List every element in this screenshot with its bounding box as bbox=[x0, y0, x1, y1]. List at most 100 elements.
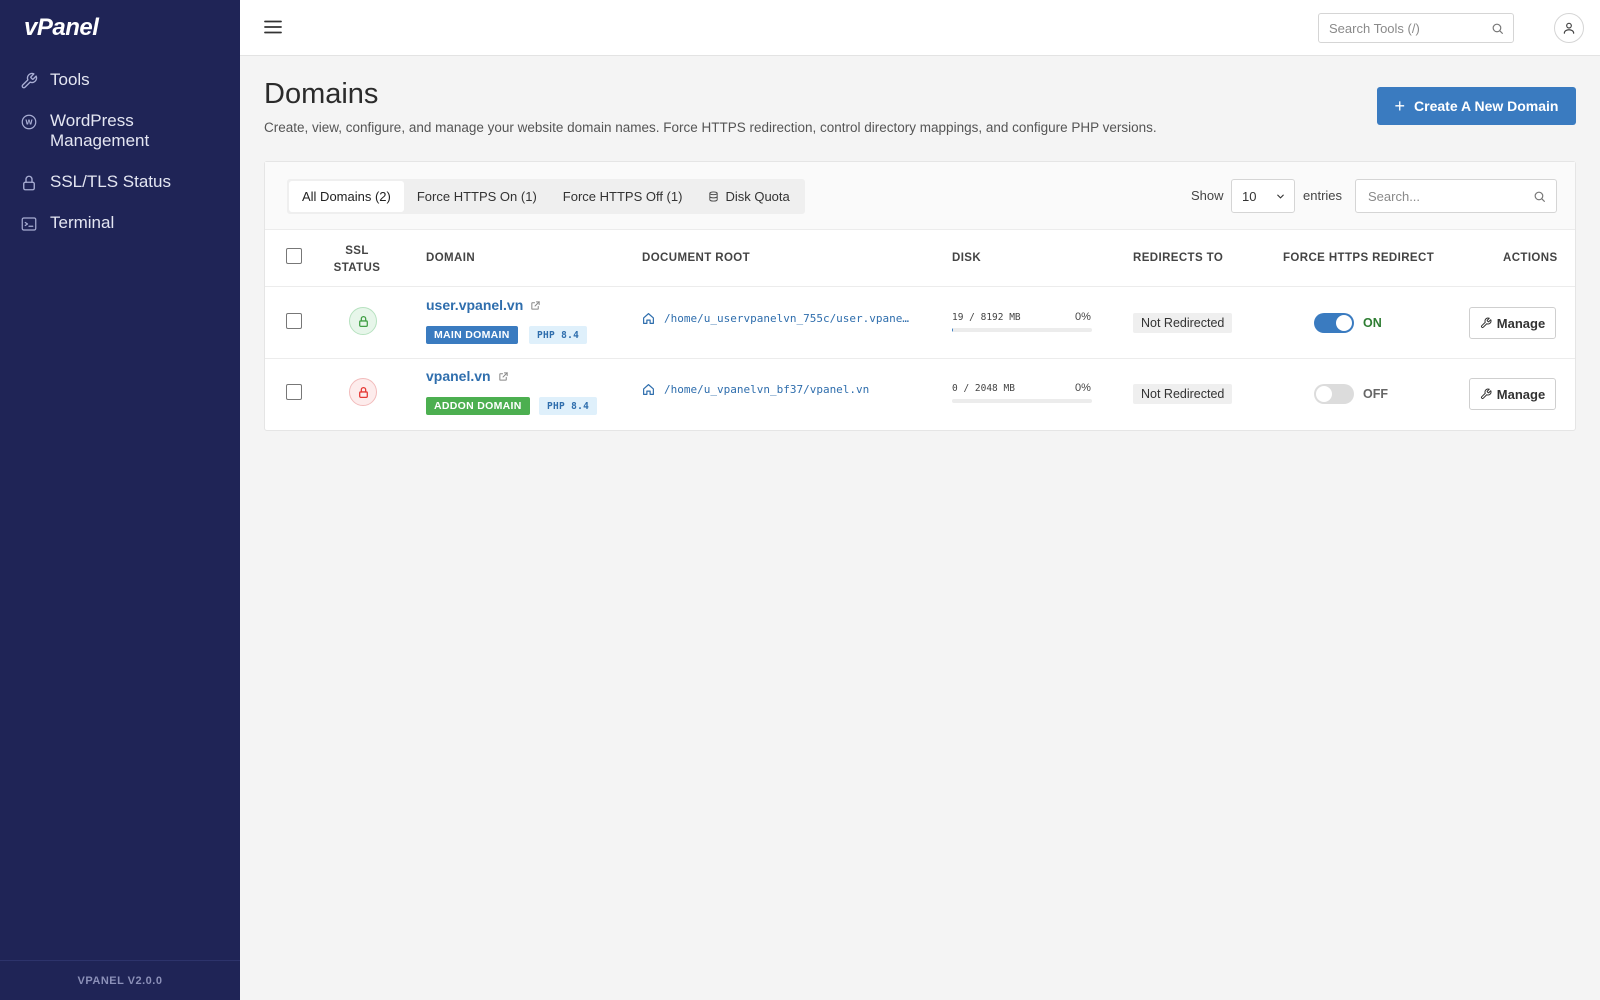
home-icon bbox=[643, 313, 654, 324]
lock-icon bbox=[23, 175, 35, 191]
tab-disk-quota[interactable]: Disk Quota bbox=[695, 181, 802, 212]
external-link-icon[interactable] bbox=[530, 300, 541, 311]
disk-usage-text: 19 / 8192 MB bbox=[952, 312, 1021, 323]
lock-icon bbox=[358, 386, 368, 398]
sidebar-item-label: Terminal bbox=[50, 213, 115, 232]
toggle-knob bbox=[1316, 386, 1332, 402]
domain-name: vpanel.vn bbox=[426, 368, 491, 384]
domain-type-badge: ADDON DOMAIN bbox=[426, 397, 530, 415]
database-icon bbox=[709, 191, 719, 202]
search-icon bbox=[1534, 191, 1545, 202]
disk-usage-percent: 0% bbox=[1075, 311, 1091, 323]
show-label: Show bbox=[1191, 188, 1224, 203]
create-domain-label: Create A New Domain bbox=[1414, 98, 1559, 114]
page-description: Create, view, configure, and manage your… bbox=[264, 120, 1157, 135]
force-https-state: ON bbox=[1363, 316, 1382, 330]
row-divider bbox=[265, 358, 1575, 359]
column-header-domain[interactable]: DOMAIN bbox=[426, 252, 475, 264]
vpanel-logo[interactable]: vPanel bbox=[24, 14, 99, 42]
sidebar-item-wordpress[interactable]: W WordPress Management bbox=[0, 111, 240, 151]
sidebar-item-label: SSL/TLS Status bbox=[50, 172, 171, 191]
entries-value: 10 bbox=[1242, 188, 1257, 204]
topbar bbox=[240, 0, 1600, 56]
create-domain-button[interactable]: + Create A New Domain bbox=[1377, 87, 1576, 125]
manage-label: Manage bbox=[1496, 386, 1546, 402]
disk-usage-bar bbox=[952, 399, 1092, 403]
home-icon bbox=[643, 384, 654, 395]
tab-label: Force HTTPS On (1) bbox=[416, 189, 537, 204]
version-label: VPANEL V2.0.0 bbox=[0, 960, 240, 1000]
wordpress-icon: W bbox=[21, 114, 37, 130]
tab-force-https-on[interactable]: Force HTTPS On (1) bbox=[404, 181, 550, 212]
select-all-checkbox[interactable] bbox=[286, 248, 302, 264]
table-toolbar: All Domains (2) Force HTTPS On (1) Force… bbox=[265, 162, 1575, 230]
tab-label: All Domains (2) bbox=[302, 189, 391, 204]
php-version-badge[interactable]: PHP 8.4 bbox=[539, 397, 598, 415]
redirect-status: Not Redirected bbox=[1133, 384, 1233, 404]
entries-select[interactable]: 10 bbox=[1231, 179, 1295, 213]
row-checkbox[interactable] bbox=[286, 384, 302, 400]
disk-usage-percent: 0% bbox=[1075, 382, 1091, 394]
disk-usage-bar bbox=[952, 328, 1092, 332]
force-https-toggle[interactable] bbox=[1314, 313, 1354, 333]
document-root-link[interactable]: /home/u_uservpanelvn_755c/user.vpanel.vn bbox=[642, 312, 910, 325]
column-header-document-root[interactable]: DOCUMENT ROOT bbox=[642, 252, 750, 264]
tab-force-https-off[interactable]: Force HTTPS Off (1) bbox=[550, 181, 696, 212]
sidebar-item-tools[interactable]: Tools bbox=[0, 70, 240, 90]
disk-usage-text: 0 / 2048 MB bbox=[952, 383, 1015, 394]
document-root-path: /home/u_vpanelvn_bf37/vpanel.vn bbox=[664, 383, 870, 396]
ssl-status-secure bbox=[349, 307, 377, 335]
ssl-header-line: SSL bbox=[345, 245, 369, 257]
wrench-icon bbox=[21, 72, 38, 89]
row-divider bbox=[265, 286, 1575, 287]
external-link-icon[interactable] bbox=[498, 371, 509, 382]
sidebar-item-terminal[interactable]: Terminal bbox=[0, 213, 240, 233]
filter-tabs: All Domains (2) Force HTTPS On (1) Force… bbox=[287, 179, 805, 214]
user-menu-button[interactable] bbox=[1554, 13, 1584, 43]
column-header-disk[interactable]: DISK bbox=[952, 252, 981, 264]
lock-icon bbox=[358, 315, 368, 327]
domain-name: user.vpanel.vn bbox=[426, 297, 524, 313]
sidebar-item-ssl[interactable]: SSL/TLS Status bbox=[0, 172, 240, 192]
tab-label: Disk Quota bbox=[725, 189, 790, 204]
wrench-icon bbox=[1480, 388, 1492, 400]
row-checkbox[interactable] bbox=[286, 313, 302, 329]
tab-all-domains[interactable]: All Domains (2) bbox=[289, 181, 404, 212]
sidebar-item-label: WordPress Management bbox=[50, 111, 150, 150]
search-icon bbox=[1492, 23, 1503, 34]
chevron-down-icon bbox=[1277, 194, 1284, 199]
force-https-state: OFF bbox=[1363, 387, 1388, 401]
table-search-box[interactable] bbox=[1355, 179, 1557, 213]
page-title: Domains bbox=[264, 78, 379, 110]
svg-text:W: W bbox=[25, 119, 33, 127]
terminal-icon bbox=[21, 217, 37, 231]
tool-search-box[interactable] bbox=[1318, 13, 1514, 43]
entries-label: entries bbox=[1303, 188, 1343, 203]
tab-label: Force HTTPS Off (1) bbox=[562, 189, 683, 204]
document-root-path: /home/u_uservpanelvn_755c/user.vpanel.vn bbox=[664, 312, 910, 325]
table-search-input[interactable] bbox=[1368, 188, 1518, 204]
php-version-badge[interactable]: PHP 8.4 bbox=[529, 326, 588, 344]
manage-button[interactable]: Manage bbox=[1469, 378, 1556, 410]
column-header-redirects-to[interactable]: REDIRECTS TO bbox=[1133, 252, 1223, 264]
ssl-status-insecure bbox=[349, 378, 377, 406]
ssl-header-line: STATUS bbox=[333, 262, 381, 274]
wrench-icon bbox=[1480, 317, 1492, 329]
force-https-toggle[interactable] bbox=[1314, 384, 1354, 404]
sidebar: vPanel Tools W WordPress Management SSL/… bbox=[0, 0, 240, 1000]
column-header-ssl-status[interactable]: SSL STATUS bbox=[329, 243, 385, 277]
domain-type-badge: MAIN DOMAIN bbox=[426, 326, 518, 344]
domains-card: All Domains (2) Force HTTPS On (1) Force… bbox=[264, 161, 1576, 431]
user-icon bbox=[1563, 22, 1575, 34]
hamburger-menu-icon[interactable] bbox=[264, 18, 282, 36]
column-header-force-https[interactable]: FORCE HTTPS REDIRECT bbox=[1283, 252, 1434, 264]
column-header-actions: ACTIONS bbox=[1503, 252, 1558, 264]
tool-search-input[interactable] bbox=[1329, 20, 1479, 36]
manage-label: Manage bbox=[1496, 315, 1546, 331]
domain-link[interactable]: vpanel.vn bbox=[426, 368, 509, 384]
manage-button[interactable]: Manage bbox=[1469, 307, 1556, 339]
document-root-link[interactable]: /home/u_vpanelvn_bf37/vpanel.vn bbox=[642, 383, 869, 396]
domain-link[interactable]: user.vpanel.vn bbox=[426, 297, 541, 313]
redirect-status: Not Redirected bbox=[1133, 313, 1233, 333]
plus-icon: + bbox=[1394, 95, 1406, 116]
